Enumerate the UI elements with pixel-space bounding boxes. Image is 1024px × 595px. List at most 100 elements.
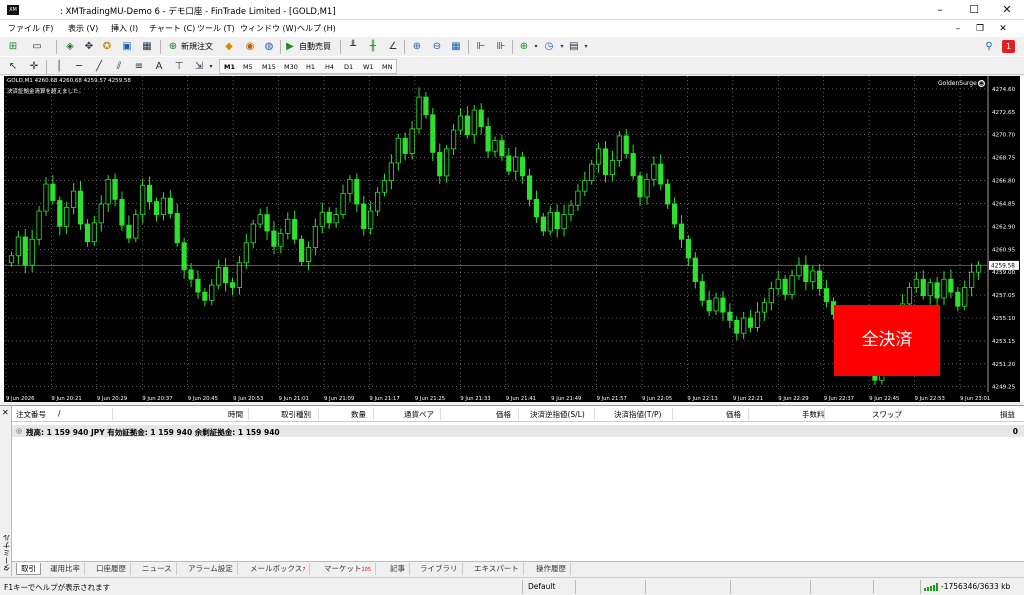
col-take-profit[interactable]: 決済指値(T/P) bbox=[614, 409, 661, 420]
menu-insert[interactable]: 挿入 (I) bbox=[111, 23, 138, 34]
timeframe-w1[interactable]: W1 bbox=[363, 62, 374, 72]
tile-windows-icon[interactable]: ▦ bbox=[449, 40, 463, 54]
col-stop-loss[interactable]: 決済逆指値(S/L) bbox=[530, 409, 585, 420]
profiles-icon[interactable]: ▭ bbox=[30, 40, 44, 54]
terminal-tab-2[interactable]: 口座履歴 bbox=[92, 563, 131, 575]
maximize-button[interactable]: ☐ bbox=[967, 3, 981, 17]
terminal-tab-7[interactable]: 記事 bbox=[386, 563, 410, 575]
candle-body bbox=[64, 207, 70, 227]
candle-body bbox=[616, 135, 622, 161]
new-chart-icon[interactable]: ⊞ bbox=[6, 40, 20, 54]
templates-dropdown-icon[interactable]: ▾ bbox=[579, 40, 593, 54]
menu-file[interactable]: ファイル (F) bbox=[8, 23, 53, 34]
col-profit[interactable]: 損益 bbox=[1000, 409, 1015, 420]
terminal-tab-9[interactable]: エキスパート bbox=[470, 563, 524, 575]
timeframe-h1[interactable]: H1 bbox=[306, 62, 315, 72]
menu-view[interactable]: 表示 (V) bbox=[68, 23, 98, 34]
terminal-tab-1[interactable]: 運用比率 bbox=[46, 563, 85, 575]
equidistant-channel-icon[interactable]: ⫽ bbox=[112, 60, 126, 74]
terminal-tab-label: マーケット bbox=[324, 564, 362, 573]
data-window-icon[interactable]: ✥ bbox=[82, 40, 96, 54]
terminal-tab-3[interactable]: ニュース bbox=[138, 563, 177, 575]
fibonacci-icon[interactable]: ≡ bbox=[132, 60, 146, 74]
close-window-button[interactable]: ✕ bbox=[1000, 3, 1014, 17]
auto-trading-button[interactable]: 自動売買 bbox=[299, 40, 331, 54]
signals-icon[interactable]: ◉ bbox=[243, 40, 257, 54]
close-all-button[interactable]: 全決済 bbox=[834, 305, 940, 376]
chart-shift-icon[interactable]: ⊪ bbox=[494, 40, 508, 54]
timeframe-mn[interactable]: MN bbox=[382, 62, 392, 72]
timeframe-m30[interactable]: M30 bbox=[284, 62, 298, 72]
vps-icon[interactable]: ◍ bbox=[262, 40, 276, 54]
terminal-tab-6[interactable]: マーケット105 bbox=[320, 563, 377, 575]
terminal-tab-4[interactable]: アラーム設定 bbox=[184, 563, 238, 575]
search-icon[interactable]: ⚲ bbox=[982, 40, 996, 54]
new-order-button[interactable]: 新規注文 bbox=[181, 40, 213, 54]
vertical-line-icon[interactable]: │ bbox=[52, 60, 66, 74]
notifications-icon[interactable]: 1 bbox=[1002, 40, 1015, 53]
mdi-minimize-button[interactable]: – bbox=[952, 23, 964, 35]
navigator-icon[interactable]: ✪ bbox=[100, 40, 114, 54]
zoom-out-icon[interactable]: ⊖ bbox=[430, 40, 444, 54]
terminal-tab-5[interactable]: メールボックス7 bbox=[246, 563, 311, 575]
line-chart-icon[interactable]: ∠ bbox=[386, 40, 400, 54]
balance-summary: 残高: 1 159 940 JPY 有効証拠金: 1 159 940 余剰証拠金… bbox=[26, 428, 280, 437]
terminal-tab-label: アラーム設定 bbox=[188, 564, 233, 573]
col-symbol[interactable]: 通貨ペア bbox=[404, 409, 434, 420]
timeframe-d1[interactable]: D1 bbox=[344, 62, 353, 72]
autoscroll-icon[interactable]: ⊩ bbox=[474, 40, 488, 54]
arrows-dropdown-icon[interactable]: ▾ bbox=[204, 60, 218, 74]
strategy-tester-icon[interactable]: ▦ bbox=[140, 40, 154, 54]
trendline-icon[interactable]: ╱ bbox=[92, 60, 106, 74]
horizontal-line-icon[interactable]: ─ bbox=[72, 60, 86, 74]
candle-body bbox=[575, 190, 581, 206]
candle-body bbox=[181, 242, 187, 271]
timeframe-m15[interactable]: M15 bbox=[262, 62, 276, 72]
col-price[interactable]: 価格 bbox=[496, 409, 511, 420]
crosshair-icon[interactable]: ✛ bbox=[27, 60, 41, 74]
x-tick-label: 9 Jun 21:41 bbox=[506, 396, 536, 402]
market-watch-icon[interactable]: ◈ bbox=[63, 40, 77, 54]
connection-icon[interactable] bbox=[924, 583, 938, 591]
text-icon[interactable]: A bbox=[152, 60, 166, 74]
x-tick-label: 9 Jun 22:53 bbox=[915, 396, 945, 402]
terminal-tab-0[interactable]: 取引 bbox=[16, 563, 41, 575]
terminal-tab-8[interactable]: ライブラリ bbox=[416, 563, 463, 575]
status-profile[interactable]: Default bbox=[528, 582, 555, 591]
new-order-icon[interactable]: ⊕ bbox=[166, 40, 180, 54]
col-current-price[interactable]: 価格 bbox=[726, 409, 741, 420]
auto-trading-icon[interactable]: ▶ bbox=[283, 40, 297, 54]
col-type[interactable]: 取引種別 bbox=[281, 409, 311, 420]
timeframe-h4[interactable]: H4 bbox=[325, 62, 334, 72]
balance-row[interactable]: ◎ 残高: 1 159 940 JPY 有効証拠金: 1 159 940 余剰証… bbox=[12, 425, 1024, 437]
terminal-close-icon[interactable]: ✕ bbox=[2, 408, 9, 417]
candle-body bbox=[278, 233, 284, 247]
bar-chart-icon[interactable]: ╨ bbox=[346, 40, 360, 54]
metaeditor-icon[interactable]: ◆ bbox=[222, 40, 236, 54]
text-label-icon[interactable]: ⊤ bbox=[172, 60, 186, 74]
menu-window[interactable]: ウィンドウ (W) bbox=[240, 23, 297, 34]
terminal-tab-10[interactable]: 操作履歴 bbox=[532, 563, 571, 575]
col-commission[interactable]: 手数料 bbox=[802, 409, 825, 420]
expert-advisor-label[interactable]: GoldenSurge ☺ bbox=[938, 80, 985, 87]
timeframe-m1[interactable]: M1 bbox=[224, 62, 235, 72]
cursor-icon[interactable]: ↖ bbox=[6, 60, 20, 74]
mdi-close-button[interactable]: ✕ bbox=[997, 23, 1009, 35]
zoom-in-icon[interactable]: ⊕ bbox=[410, 40, 424, 54]
chart-canvas[interactable]: 4274.60 4272.65 4270.70 4268.75 4266.80 4264.… bbox=[4, 76, 1020, 402]
mdi-restore-button[interactable]: ❐ bbox=[974, 23, 986, 35]
col-volume[interactable]: 数量 bbox=[351, 409, 366, 420]
minimize-button[interactable]: – bbox=[933, 3, 947, 17]
timeframe-m5[interactable]: M5 bbox=[243, 62, 253, 72]
candlestick-chart-icon[interactable]: ╫ bbox=[366, 40, 380, 54]
terminal-icon[interactable]: ▣ bbox=[120, 40, 134, 54]
menu-tools[interactable]: ツール (T) bbox=[197, 23, 235, 34]
menu-help[interactable]: ヘルプ (H) bbox=[297, 23, 336, 34]
col-sort[interactable]: / bbox=[58, 409, 61, 418]
drawing-toolbar: ↖ ✛ │ ─ ╱ ⫽ ≡ A ⊤ ⇲ ▾ M1 M5 M15 M30 H1 H4 D1 W1… bbox=[0, 56, 1024, 75]
menu-chart[interactable]: チャート (C) bbox=[149, 23, 195, 34]
col-time[interactable]: 時間 bbox=[228, 409, 243, 420]
periods-icon[interactable]: ◷ bbox=[542, 40, 556, 54]
indicators-dropdown-icon[interactable]: ▾ bbox=[529, 40, 543, 54]
col-order[interactable]: 注文番号 bbox=[16, 409, 46, 420]
